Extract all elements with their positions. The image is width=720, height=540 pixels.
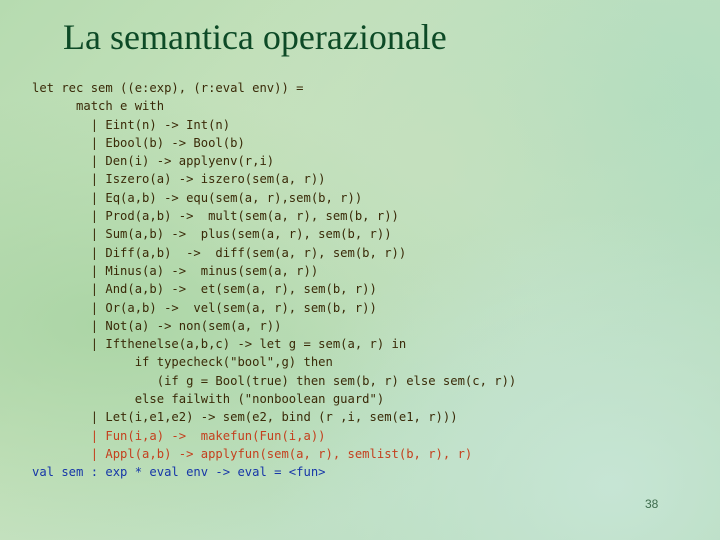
code-line: | Not(a) -> non(sem(a, r)) (32, 318, 282, 333)
code-line: let rec sem ((e:exp), (r:eval env)) = (32, 81, 304, 95)
code-line: | Iszero(a) -> iszero(sem(a, r)) (32, 172, 326, 187)
code-block: let rec sem ((e:exp), (r:eval env)) = ma… (32, 79, 516, 482)
code-line: | Ifthenelse(a,b,c) -> let g = sem(a, r)… (32, 337, 407, 352)
code-line: | Den(i) -> applyenv(r,i) (32, 154, 275, 169)
code-line: | Or(a,b) -> vel(sem(a, r), sem(b, r)) (32, 300, 377, 315)
code-line-highlighted: | Appl(a,b) -> applyfun(sem(a, r), semli… (32, 446, 473, 461)
code-line: if typecheck("bool",g) then (32, 355, 333, 370)
code-line-highlighted: | Fun(i,a) -> makefun(Fun(i,a)) (32, 428, 326, 443)
code-line: | Minus(a) -> minus(sem(a, r)) (32, 263, 319, 278)
code-line: | And(a,b) -> et(sem(a, r), sem(b, r)) (32, 282, 377, 297)
code-line-result: val sem : exp * eval env -> eval = <fun> (32, 465, 326, 480)
code-line: | Eint(n) -> Int(n) (32, 117, 231, 132)
slide-title: La semantica operazionale (63, 17, 447, 57)
code-line: | Eq(a,b) -> equ(sem(a, r),sem(b, r)) (32, 190, 363, 205)
code-line: | Ebool(b) -> Bool(b) (32, 135, 245, 150)
code-line: | Sum(a,b) -> plus(sem(a, r), sem(b, r)) (32, 227, 392, 242)
code-line: | Let(i,e1,e2) -> sem(e2, bind (r ,i, se… (32, 410, 458, 425)
code-line: (if g = Bool(true) then sem(b, r) else s… (32, 373, 517, 388)
code-line: | Prod(a,b) -> mult(sem(a, r), sem(b, r)… (32, 209, 399, 224)
code-line: | Diff(a,b) -> diff(sem(a, r), sem(b, r)… (32, 245, 407, 260)
code-line: else failwith ("nonboolean guard") (32, 392, 385, 407)
code-line: match e with (32, 99, 165, 114)
page-number: 38 (645, 497, 659, 511)
